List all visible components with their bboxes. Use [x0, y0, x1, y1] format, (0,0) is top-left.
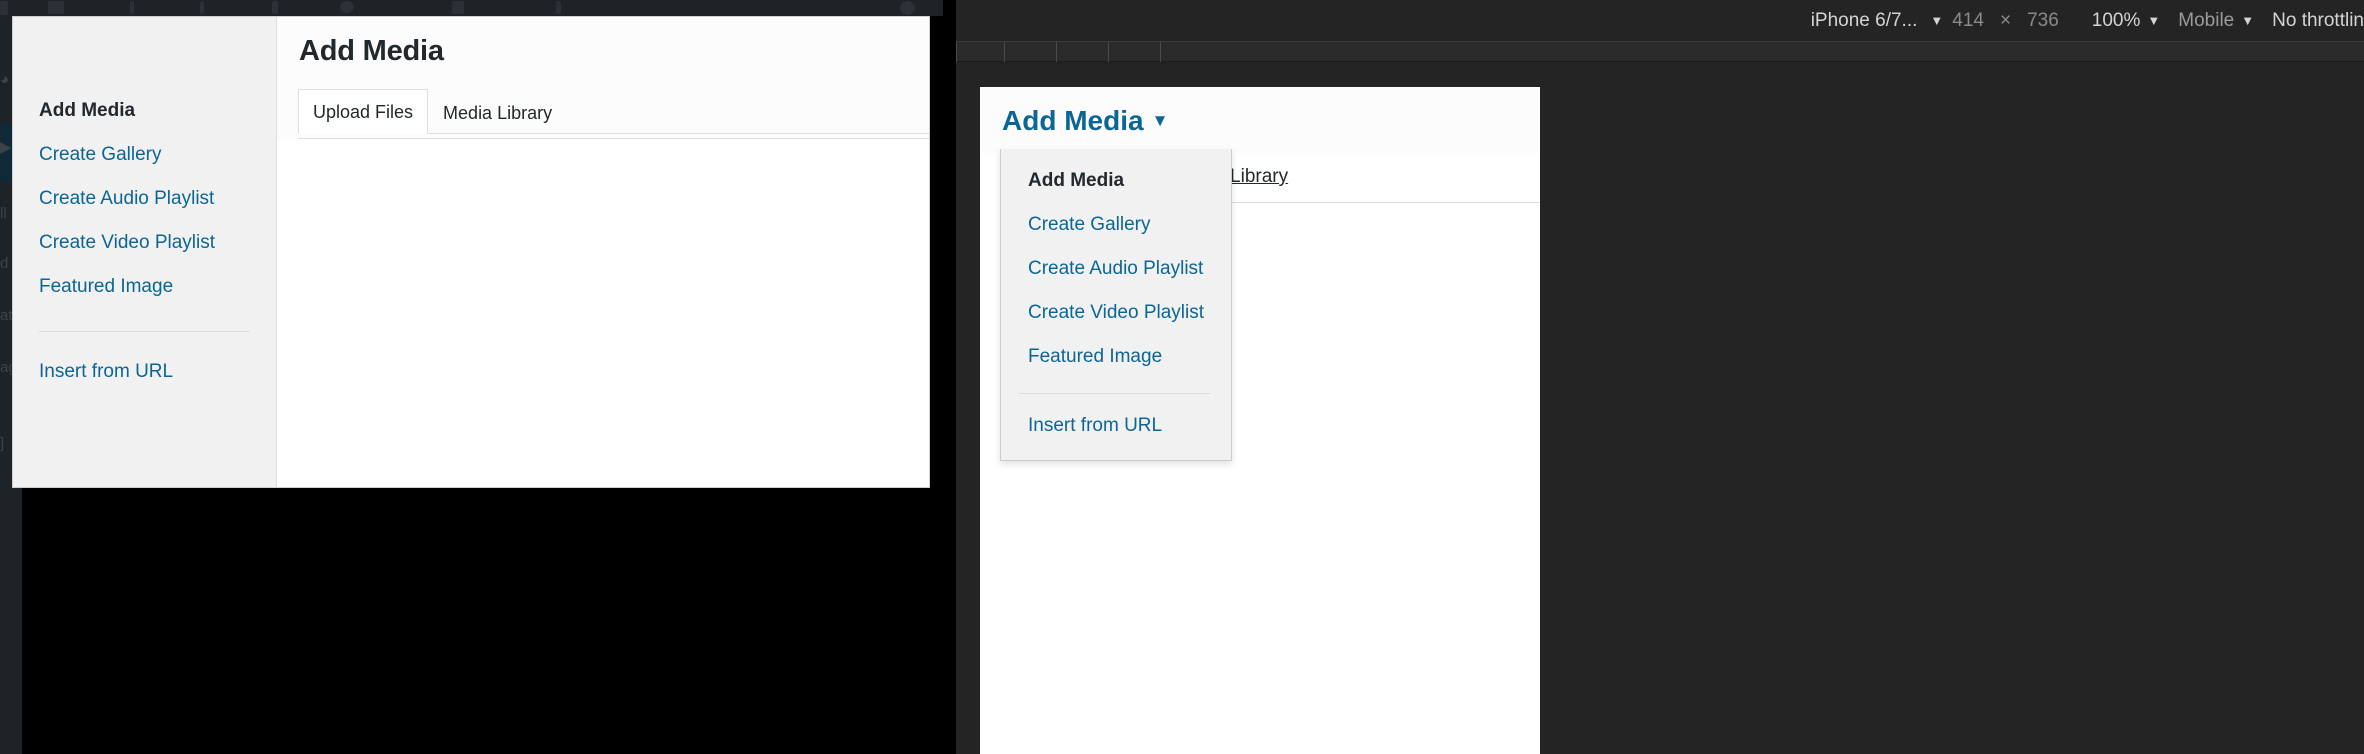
sidebar-item-insert-from-url[interactable]: Insert from URL [13, 350, 276, 394]
chevron-down-icon: ▼ [1930, 12, 1944, 28]
screenshot-root: ◕ ▶ ll d at ag ] Add Media Create Galler… [0, 0, 2364, 754]
mobile-menu-item-create-audio-playlist[interactable]: Create Audio Playlist [1001, 247, 1231, 291]
ruler-tick [1108, 42, 1109, 62]
mobile-menu-item-insert-from-url[interactable]: Insert from URL [1001, 404, 1231, 448]
emulated-viewport: Add Media▼ Upload Files Media Library Ad… [980, 87, 1540, 754]
browser-viewport-desktop: ◕ ▶ ll d at ag ] Add Media Create Galler… [0, 0, 943, 754]
mobile-menu-item-featured-image[interactable]: Featured Image [1001, 335, 1231, 379]
page-title: Add Media [299, 35, 444, 67]
device-selector-label: iPhone 6/7... [1810, 9, 1918, 31]
mobile-add-media-dropdown-menu: Add Media Create Gallery Create Audio Pl… [1000, 149, 1232, 461]
adminbar-glyph-2 [48, 1, 64, 14]
device-selector[interactable]: iPhone 6/7... ▼ [1811, 10, 1944, 32]
sidebar-item-featured-image[interactable]: Featured Image [13, 265, 276, 309]
viewport-height-input[interactable]: 736 [2027, 10, 2059, 32]
mobile-menu-separator [1019, 393, 1211, 394]
media-modal-sidebar-menu: Add Media Create Gallery Create Audio Pl… [13, 17, 277, 487]
adminbar-glyph-5 [272, 1, 278, 14]
zoom-selector[interactable]: 100% ▼ [2068, 10, 2160, 32]
sidebar-item-add-media[interactable]: Add Media [13, 89, 276, 133]
media-modal-frame: Add Media Upload Files Media Library [277, 17, 929, 487]
device-mode-stage: Add Media▼ Upload Files Media Library Ad… [956, 63, 2364, 754]
media-router-tabs: Upload Files Media Library [298, 88, 929, 134]
chevron-down-icon: ▼ [2147, 12, 2161, 28]
throttling-selector[interactable]: No throttlin [2254, 10, 2364, 32]
mobile-menu-item-add-media[interactable]: Add Media [1001, 159, 1231, 203]
admin-bar-icon-row [0, 0, 943, 16]
media-content-area[interactable] [277, 139, 929, 487]
ruler-tick [1004, 42, 1005, 62]
chevron-down-icon: ▼ [1151, 110, 1169, 130]
devtools-pane: iPhone 6/7... ▼ 414 × 736 100% ▼ Mobile … [943, 0, 2364, 754]
adminbar-glyph-3 [130, 1, 134, 14]
mobile-menu-item-create-video-playlist[interactable]: Create Video Playlist [1001, 291, 1231, 335]
sidebar-menu-separator [39, 331, 250, 332]
wp-admin-bar [0, 0, 943, 16]
mobile-menu-item-create-gallery[interactable]: Create Gallery [1001, 203, 1231, 247]
throttling-label: No throttlin [2272, 9, 2364, 31]
ruler-tick [1160, 42, 1161, 62]
adminbar-glyph-8 [556, 1, 561, 14]
adminbar-avatar-icon [900, 1, 915, 15]
adminbar-glyph-4 [200, 1, 204, 14]
zoom-level-label: 100% [2091, 9, 2141, 31]
ruler-tick [1056, 42, 1057, 62]
device-mode-toolbar: iPhone 6/7... ▼ 414 × 736 100% ▼ Mobile … [956, 0, 2364, 42]
viewport-size-group[interactable]: 414 × 736 [1943, 10, 2068, 32]
adminbar-glyph-7 [452, 1, 464, 14]
sidebar-item-create-video-playlist[interactable]: Create Video Playlist [13, 221, 276, 265]
device-type-label: Mobile [2178, 9, 2235, 31]
device-mode-ruler[interactable] [956, 42, 2364, 62]
chevron-down-icon: ▼ [2241, 12, 2255, 28]
adminbar-glyph-6 [340, 1, 354, 13]
sidebar-item-create-audio-playlist[interactable]: Create Audio Playlist [13, 177, 276, 221]
adminbar-glyph-1 [0, 1, 8, 15]
mobile-add-media-dropdown-toggle[interactable]: Add Media ▼ [980, 87, 1540, 153]
sidebar-item-create-gallery[interactable]: Create Gallery [13, 133, 276, 177]
ruler-tick [956, 42, 957, 62]
mobile-add-media-label: Add Media [1002, 105, 1144, 136]
media-modal-desktop: Add Media Create Gallery Create Audio Pl… [12, 16, 930, 488]
tab-media-library[interactable]: Media Library [428, 90, 567, 134]
viewport-width-input[interactable]: 414 [1952, 10, 1984, 32]
devtools-frame: iPhone 6/7... ▼ 414 × 736 100% ▼ Mobile … [956, 0, 2364, 754]
multiply-icon: × [1999, 9, 2012, 31]
tab-upload-files[interactable]: Upload Files [298, 89, 429, 134]
device-type-selector[interactable]: Mobile ▼ [2160, 10, 2254, 32]
